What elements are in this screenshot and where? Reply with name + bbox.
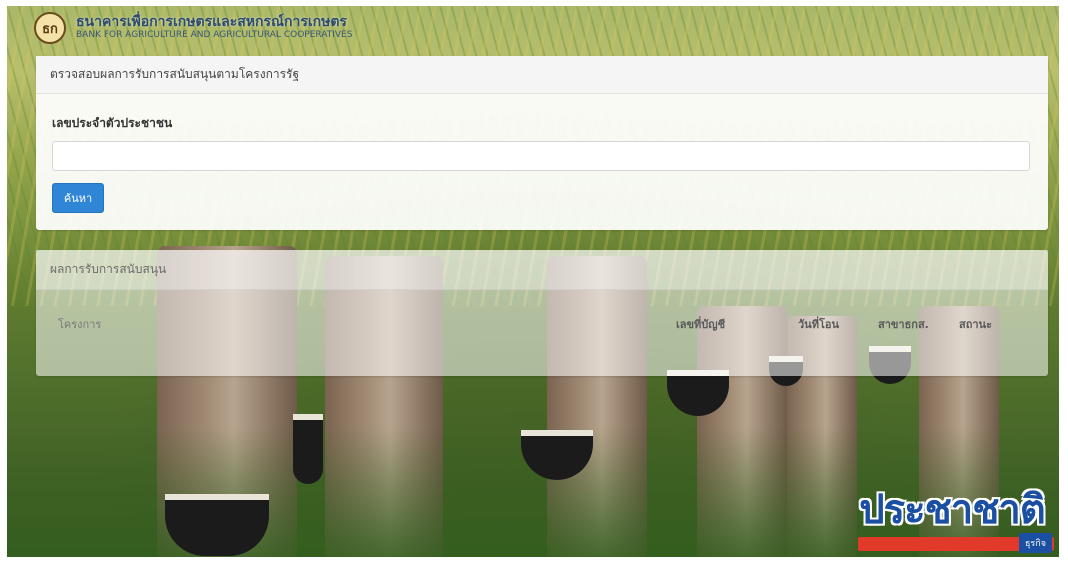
org-name-english: BANK FOR AGRICULTURE AND AGRICULTURAL CO… <box>76 29 353 40</box>
baac-logo[interactable]: ธก <box>34 12 66 44</box>
column-header-branch: สาขาธกส. <box>878 318 929 331</box>
column-header-status: สถานะ <box>959 318 992 331</box>
org-name: ธนาคารเพื่อการเกษตรและสหกรณ์การเกษตร BAN… <box>76 14 353 40</box>
column-header-project: โครงการ <box>58 318 102 331</box>
results-table-header: โครงการ เลขที่บัญชี วันที่โอน สาขาธกส. ส… <box>36 304 1048 344</box>
column-header-transfer-date: วันที่โอน <box>798 318 839 331</box>
search-panel-title: ตรวจสอบผลการรับการสนับสนุนตามโครงการรัฐ <box>36 56 1048 94</box>
results-panel-title: ผลการรับการสนับสนุน <box>36 250 1048 290</box>
prachachat-watermark: ประชาชาติ ธุรกิจ <box>848 481 1056 555</box>
search-button[interactable]: ค้นหา <box>52 183 104 213</box>
citizen-id-label: เลขประจำตัวประชาชน <box>52 116 173 130</box>
results-panel: ผลการรับการสนับสนุน โครงการ เลขที่บัญชี … <box>36 250 1048 376</box>
watermark-brand: ประชาชาติ <box>859 486 1046 533</box>
citizen-id-input[interactable] <box>52 141 1030 171</box>
search-panel-body: เลขประจำตัวประชาชน ค้นหา <box>36 94 1048 213</box>
latex-cup <box>165 494 269 556</box>
screenshot-frame: ธก ธนาคารเพื่อการเกษตรและสหกรณ์การเกษตร … <box>0 0 1068 563</box>
watermark-sub: ธุรกิจ <box>1018 533 1052 553</box>
latex-cup <box>293 414 323 484</box>
org-name-thai: ธนาคารเพื่อการเกษตรและสหกรณ์การเกษตร <box>76 14 347 31</box>
column-header-account-number: เลขที่บัญชี <box>676 318 726 331</box>
search-panel: ตรวจสอบผลการรับการสนับสนุนตามโครงการรัฐ … <box>36 56 1048 230</box>
site-header: ธก ธนาคารเพื่อการเกษตรและสหกรณ์การเกษตร … <box>34 8 352 48</box>
logo-glyph: ธก <box>42 21 58 37</box>
